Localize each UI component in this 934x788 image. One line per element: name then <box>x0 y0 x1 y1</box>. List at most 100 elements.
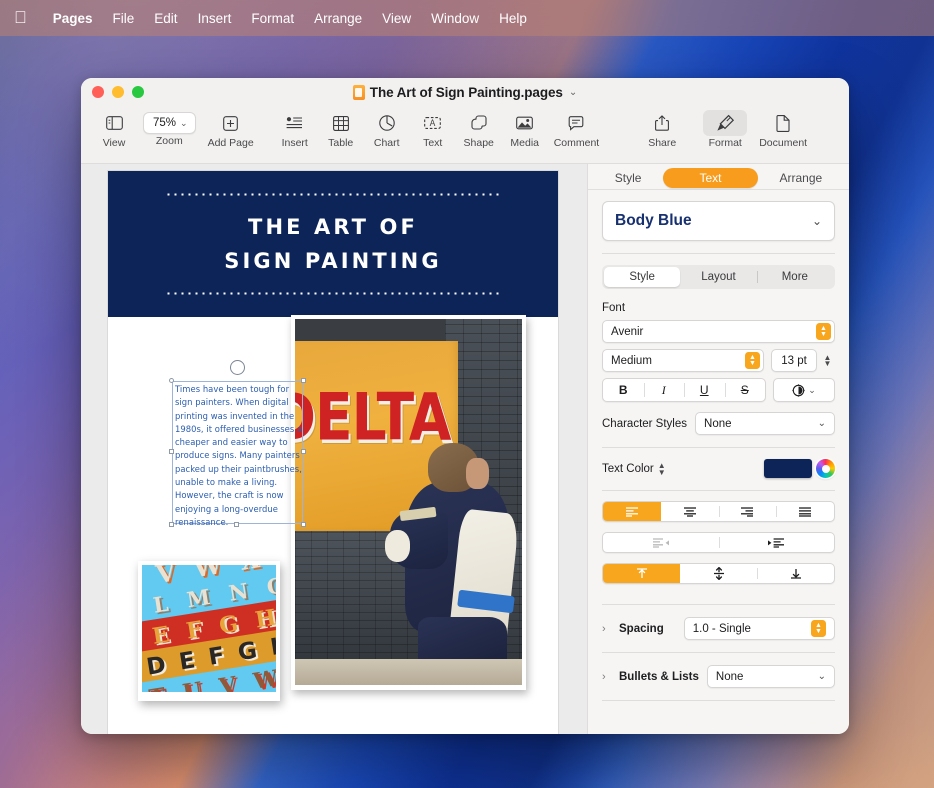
resize-handle-top-right[interactable] <box>301 378 306 383</box>
text-color-swatch[interactable] <box>764 459 812 478</box>
menu-bar:  Pages File Edit Insert Format Arrange … <box>0 0 934 36</box>
paragraph-style-popup[interactable]: Body Blue ⌄ <box>602 201 835 241</box>
menu-item-arrange[interactable]: Arrange <box>304 7 372 29</box>
subtab-layout[interactable]: Layout <box>680 267 756 287</box>
toolbar-table-button[interactable]: Table <box>324 108 358 149</box>
maximize-button[interactable] <box>132 86 144 98</box>
align-bottom-button[interactable] <box>757 564 834 583</box>
text-color-label-text: Text Color <box>602 463 654 475</box>
window-title-bar: The Art of Sign Painting.pages ⌄ <box>81 78 849 106</box>
resize-handle-top-left[interactable] <box>169 378 174 383</box>
menu-item-format[interactable]: Format <box>241 7 304 29</box>
toolbar-format-button[interactable]: Format <box>703 108 747 149</box>
align-left-button[interactable] <box>603 502 661 521</box>
chevron-updown-icon[interactable]: ▲▼ <box>745 352 760 369</box>
spacing-popup[interactable]: 1.0 - Single ▲▼ <box>684 617 835 640</box>
subtab-style[interactable]: Style <box>604 267 680 287</box>
chevron-updown-icon[interactable]: ▲▼ <box>658 462 666 476</box>
font-options-button[interactable]: ⌄ <box>773 378 835 402</box>
bullets-popup[interactable]: None ⌄ <box>707 665 835 688</box>
menu-item-help[interactable]: Help <box>489 7 537 29</box>
align-middle-button[interactable] <box>680 564 757 583</box>
size-stepper-arrows-icon[interactable]: ▲▼ <box>820 352 835 369</box>
pages-document-icon <box>353 85 365 100</box>
sign-painter-photo[interactable]: DELTA <box>291 315 526 690</box>
insert-list-icon <box>286 110 303 136</box>
menu-item-pages[interactable]: Pages <box>43 7 103 29</box>
menu-item-window[interactable]: Window <box>421 7 489 29</box>
toolbar-add-page-button[interactable]: Add Page <box>208 108 254 149</box>
resize-handle-middle-left[interactable] <box>169 449 174 454</box>
toolbar-insert-label: Insert <box>282 137 308 149</box>
toolbar-comment-button[interactable]: Comment <box>554 108 600 149</box>
font-size-field[interactable]: 13 pt <box>771 349 817 372</box>
align-top-button[interactable] <box>603 564 680 583</box>
body-paragraph-text[interactable]: Times have been tough for sign painters.… <box>175 383 309 529</box>
tab-arrange[interactable]: Arrange <box>758 168 845 188</box>
character-styles-popup[interactable]: None ⌄ <box>695 412 835 435</box>
toolbar-document-button[interactable]: Document <box>759 108 807 149</box>
dotted-rule-top <box>165 193 501 196</box>
menu-item-insert[interactable]: Insert <box>188 7 242 29</box>
chevron-down-icon: ⌄ <box>180 118 188 129</box>
chevron-right-icon[interactable]: › <box>602 623 611 635</box>
font-family-popup[interactable]: Avenir ▲▼ <box>602 320 835 343</box>
document-page[interactable]: THE ART OF SIGN PAINTING DELTA <box>108 171 558 734</box>
toolbar-chart-button[interactable]: Chart <box>370 108 404 149</box>
toolbar-share-button[interactable]: Share <box>645 108 679 149</box>
chevron-down-icon: ⌄ <box>812 214 822 228</box>
apple-logo-icon[interactable]:  <box>14 9 27 26</box>
comment-bubble-icon <box>568 110 584 136</box>
toolbar-insert-button[interactable]: Insert <box>278 108 312 149</box>
font-size-stepper[interactable]: 13 pt ▲▼ <box>771 349 835 372</box>
document-canvas[interactable]: THE ART OF SIGN PAINTING DELTA <box>81 164 587 734</box>
toolbar-media-button[interactable]: Media <box>508 108 542 149</box>
toolbar-zoom-control[interactable]: 75% ⌄ Zoom <box>143 108 196 147</box>
resize-handle-bottom-right[interactable] <box>301 522 306 527</box>
chevron-down-icon[interactable]: ⌄ <box>569 87 577 98</box>
close-button[interactable] <box>92 86 104 98</box>
subtab-more[interactable]: More <box>757 267 833 287</box>
menu-item-view[interactable]: View <box>372 7 421 29</box>
toolbar-text-label: Text <box>423 137 442 149</box>
zoom-popup-button[interactable]: 75% ⌄ <box>143 112 196 134</box>
chevron-right-icon[interactable]: › <box>602 671 611 683</box>
bullets-row: › Bullets & Lists None ⌄ <box>602 665 835 688</box>
font-size-value: 13 pt <box>781 355 807 367</box>
alphabet-letters-photo[interactable]: U V W X Y K L M N O P D E F G H I C D E … <box>138 561 280 701</box>
resize-handle-bottom-left[interactable] <box>169 522 174 527</box>
toolbar-text-button[interactable]: A Text <box>416 108 450 149</box>
decrease-indent-button[interactable] <box>603 533 719 552</box>
underline-button[interactable]: U <box>684 379 725 401</box>
chevron-down-icon: ⌄ <box>808 385 816 396</box>
align-right-button[interactable] <box>719 502 777 521</box>
minimize-button[interactable] <box>112 86 124 98</box>
chevron-updown-icon[interactable]: ▲▼ <box>811 620 826 637</box>
bold-button[interactable]: B <box>603 379 644 401</box>
menu-item-file[interactable]: File <box>103 7 145 29</box>
align-center-button[interactable] <box>661 502 719 521</box>
tab-text[interactable]: Text <box>663 168 757 188</box>
toolbar-view-button[interactable]: View <box>97 108 131 149</box>
text-color-swatches <box>764 459 835 478</box>
vertical-alignment-group <box>602 563 835 584</box>
document-title-text: The Art of Sign Painting.pages <box>370 85 563 100</box>
rotation-handle[interactable] <box>230 360 245 375</box>
resize-handle-bottom-center[interactable] <box>234 522 239 527</box>
increase-indent-button[interactable] <box>719 533 835 552</box>
bullets-value: None <box>716 671 744 683</box>
tab-style[interactable]: Style <box>593 168 664 188</box>
menu-item-edit[interactable]: Edit <box>144 7 187 29</box>
toolbar-shape-button[interactable]: Shape <box>462 108 496 149</box>
toolbar-add-page-label: Add Page <box>208 137 254 149</box>
align-justify-button[interactable] <box>776 502 834 521</box>
italic-button[interactable]: I <box>644 379 685 401</box>
font-weight-popup[interactable]: Medium ▲▼ <box>602 349 764 372</box>
resize-handle-middle-right[interactable] <box>301 449 306 454</box>
strikethrough-button[interactable]: S <box>725 379 766 401</box>
color-wheel-icon[interactable] <box>816 459 835 478</box>
font-family-row: Avenir ▲▼ <box>602 320 835 343</box>
selected-text-box[interactable]: Times have been tough for sign painters.… <box>172 381 303 524</box>
chevron-updown-icon[interactable]: ▲▼ <box>816 323 831 340</box>
document-heading: THE ART OF SIGN PAINTING <box>224 210 441 278</box>
